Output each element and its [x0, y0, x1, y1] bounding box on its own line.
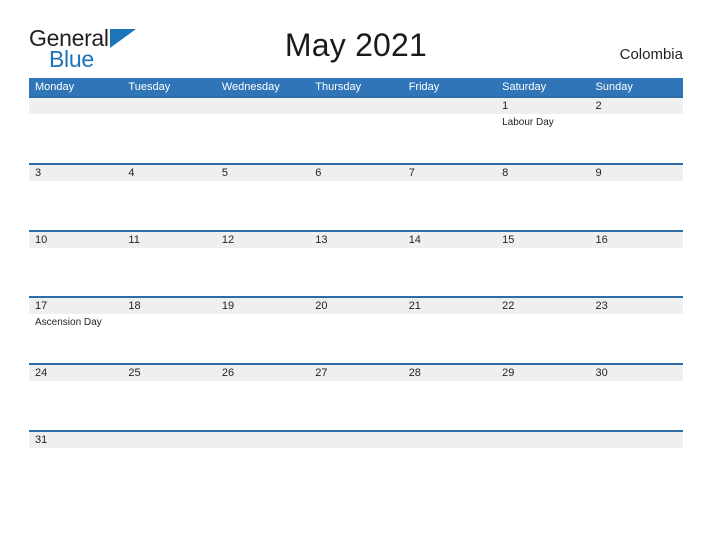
day-cell[interactable]: 27 — [309, 365, 402, 430]
day-number: 24 — [35, 367, 48, 380]
day-cell[interactable] — [216, 432, 309, 497]
day-number: 21 — [408, 300, 421, 313]
day-cell[interactable]: 20 — [309, 298, 402, 363]
day-cell[interactable]: 2 — [590, 98, 683, 163]
weekday-header-sunday: Sunday — [595, 81, 633, 93]
weekday-header-friday: Friday — [408, 81, 440, 93]
day-cell[interactable]: 18 — [122, 298, 215, 363]
day-event: Ascension Day — [35, 317, 102, 329]
day-cell[interactable]: 6 — [309, 165, 402, 230]
day-cell[interactable]: 22 — [496, 298, 589, 363]
day-cell[interactable]: 29 — [496, 365, 589, 430]
day-cell[interactable] — [496, 432, 589, 497]
day-cell[interactable]: 31 — [29, 432, 122, 497]
day-number: 28 — [408, 367, 421, 380]
day-cell[interactable]: 16 — [590, 232, 683, 297]
day-cell[interactable]: 23 — [590, 298, 683, 363]
day-number: 26 — [221, 367, 235, 380]
day-number: 16 — [595, 233, 608, 246]
day-cell[interactable]: 12 — [216, 232, 309, 297]
day-cell[interactable]: 4 — [122, 165, 215, 230]
day-cell[interactable]: 30 — [590, 365, 683, 430]
day-cell[interactable]: 17 Ascension Day — [29, 298, 122, 363]
day-cell[interactable] — [309, 432, 402, 497]
day-cell[interactable]: 24 — [29, 365, 122, 430]
day-cell[interactable]: 15 — [496, 232, 589, 297]
day-number: 6 — [315, 166, 322, 179]
day-cell[interactable] — [122, 432, 215, 497]
week-row: 31 — [29, 429, 683, 497]
day-cell[interactable]: 7 — [403, 165, 496, 230]
weekday-header-wednesday: Wednesday — [221, 81, 280, 93]
day-number: 13 — [315, 233, 328, 246]
day-cell[interactable]: 28 — [403, 365, 496, 430]
day-cell[interactable]: 21 — [403, 298, 496, 363]
page-header: General Blue May 2021 Colombia — [0, 0, 712, 78]
weekday-header-tuesday: Tuesday — [128, 81, 171, 93]
day-number: 7 — [408, 166, 415, 179]
day-number: 3 — [35, 166, 42, 179]
page-title: May 2021 — [284, 27, 428, 63]
week-row: 10 11 12 13 14 15 16 — [29, 229, 683, 297]
weekday-header-saturday: Saturday — [502, 81, 547, 93]
day-number: 15 — [502, 233, 515, 246]
day-cell[interactable]: 1 Labour Day — [496, 98, 589, 163]
day-number: 18 — [128, 300, 141, 313]
day-cell[interactable]: 19 — [216, 298, 309, 363]
day-cell[interactable]: 25 — [122, 365, 215, 430]
weekday-header-row: Monday Tuesday Wednesday Thursday Friday… — [29, 78, 683, 96]
week-row: 24 25 26 27 28 29 30 — [29, 363, 683, 430]
day-cell[interactable]: 9 — [590, 165, 683, 230]
week-row: 1 Labour Day 2 — [29, 96, 683, 163]
day-cell[interactable] — [309, 98, 402, 163]
day-number: 22 — [502, 300, 515, 313]
week-row: 3 4 5 6 7 8 9 — [29, 162, 683, 230]
day-number: 11 — [128, 233, 140, 246]
weekday-header-thursday: Thursday — [315, 81, 362, 93]
day-cell[interactable] — [29, 98, 122, 163]
day-number: 5 — [221, 166, 228, 179]
calendar-grid: Monday Tuesday Wednesday Thursday Friday… — [29, 78, 683, 497]
day-number: 19 — [221, 300, 235, 313]
day-cell[interactable]: 14 — [403, 232, 496, 297]
day-cell[interactable] — [122, 98, 215, 163]
day-cell[interactable]: 5 — [216, 165, 309, 230]
day-cell[interactable]: 10 — [29, 232, 122, 297]
day-cell[interactable] — [403, 98, 496, 163]
day-number: 20 — [315, 300, 328, 313]
day-cell[interactable] — [590, 432, 683, 497]
day-number: 23 — [595, 300, 608, 313]
day-cell[interactable]: 13 — [309, 232, 402, 297]
day-number: 12 — [221, 233, 235, 246]
day-number: 17 — [35, 300, 48, 313]
day-number: 8 — [502, 166, 509, 179]
weekday-header-monday: Monday — [35, 81, 75, 93]
day-number: 9 — [595, 166, 602, 179]
day-cell[interactable]: 8 — [496, 165, 589, 230]
day-number: 25 — [128, 367, 141, 380]
day-number: 14 — [408, 233, 421, 246]
day-number: 31 — [35, 433, 48, 446]
day-number: 2 — [595, 100, 602, 112]
week-row: 17 Ascension Day 18 19 20 21 22 23 — [29, 296, 683, 363]
day-number: 30 — [595, 367, 608, 380]
day-number: 29 — [502, 367, 515, 380]
day-number: 1 — [502, 100, 509, 112]
day-cell[interactable] — [403, 432, 496, 497]
day-number: 27 — [315, 367, 328, 380]
country-label: Colombia — [619, 46, 683, 63]
day-event: Labour Day — [502, 117, 554, 128]
day-number: 10 — [35, 233, 48, 246]
day-cell[interactable]: 3 — [29, 165, 122, 230]
day-cell[interactable] — [216, 98, 309, 163]
day-cell[interactable]: 11 — [122, 232, 215, 297]
day-cell[interactable]: 26 — [216, 365, 309, 430]
day-number: 4 — [128, 166, 135, 179]
